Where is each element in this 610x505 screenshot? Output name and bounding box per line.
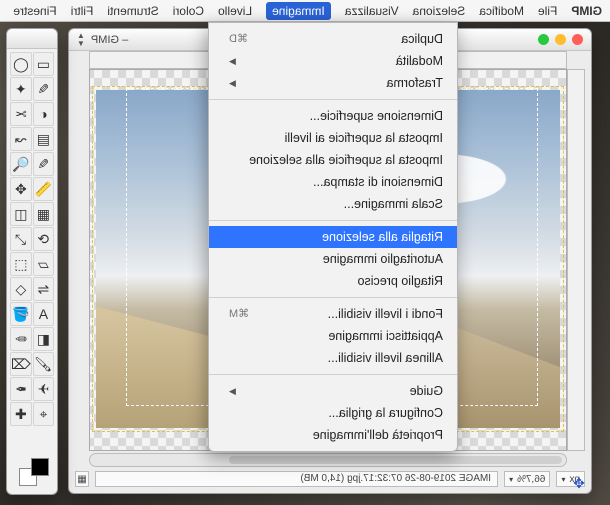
menuitem-label: Appiattisci immagine — [328, 327, 443, 345]
move-tool[interactable]: ✥ — [10, 177, 32, 201]
navigate-icon[interactable]: ✥ — [571, 475, 587, 491]
perspective-tool[interactable]: ⬚ — [10, 252, 32, 276]
menuitem-guide[interactable]: Guide — [209, 380, 457, 402]
shear-tool[interactable]: ▱ — [33, 252, 54, 276]
perspective-toggle[interactable]: ▲▼ — [77, 32, 85, 48]
menuitem-label: Guide — [410, 382, 443, 400]
menuitem-imposta-la-superficie-alla-selezione[interactable]: Imposta la superficie alla selezione — [209, 149, 457, 171]
align-tool[interactable]: ▦ — [33, 202, 54, 226]
menuitem-label: Dimensioni di stampa... — [313, 173, 443, 191]
menuitem-ritaglia-alla-selezione[interactable]: Ritaglia alla selezione — [209, 226, 457, 248]
menu-livello[interactable]: Livello — [218, 4, 252, 18]
cancel-button[interactable]: ▦ — [75, 471, 89, 487]
ellipse-select-tool[interactable]: ◯ — [10, 52, 32, 76]
paintbrush-tool[interactable]: 🖌 — [33, 352, 54, 376]
pencil-tool[interactable]: ✏ — [10, 327, 32, 351]
menuitem-shortcut: ⌘D — [229, 30, 248, 48]
menu-visualizza[interactable]: Visualizza — [345, 4, 399, 18]
foreground-select-tool[interactable]: ▤ — [33, 127, 54, 151]
menuitem-ritaglio-preciso[interactable]: Ritaglio preciso — [209, 270, 457, 292]
menuitem-trasforma[interactable]: Trasforma — [209, 72, 457, 94]
menuitem-label: Dimensione superficie... — [310, 107, 443, 125]
horizontal-scrollbar[interactable] — [89, 453, 567, 467]
status-path: IMAGE 2019-08-26 07:32:17.jpg (14,0 MB) — [95, 471, 498, 487]
menuitem-label: Fondi i livelli visibili... — [328, 305, 443, 323]
menu-immagine[interactable]: Immagine — [266, 2, 331, 20]
menu-seleziona[interactable]: Seleziona — [413, 4, 466, 18]
rotate-tool[interactable]: ⟳ — [33, 227, 54, 251]
airbrush-tool[interactable]: ✈ — [33, 377, 54, 401]
menu-finestre[interactable]: Finestre — [13, 4, 56, 18]
close-button[interactable] — [572, 34, 583, 45]
statusbar: px▾ 66,7%▾ IMAGE 2019-08-26 07:32:17.jpg… — [75, 469, 585, 489]
measure-tool[interactable]: 📏 — [33, 177, 54, 201]
eraser-tool[interactable]: ⌫ — [10, 352, 32, 376]
by-color-select-tool[interactable]: ◐ — [33, 102, 54, 126]
cage-tool[interactable]: ◇ — [10, 277, 32, 301]
zoom-tool[interactable]: 🔍 — [10, 152, 32, 176]
foreground-color-swatch[interactable] — [31, 458, 49, 476]
menuitem-label: Proprietà dell'immagine — [313, 426, 443, 444]
color-picker-tool[interactable]: ✎ — [33, 152, 54, 176]
zoom-selector[interactable]: 66,7%▾ — [504, 471, 550, 487]
heal-tool[interactable]: ✚ — [10, 402, 32, 426]
clone-tool[interactable]: ⌖ — [33, 402, 54, 426]
menuitem-label: Configura la griglia... — [328, 404, 443, 422]
blend-tool[interactable]: ◧ — [33, 327, 54, 351]
toolbox-window: ▭◯✎✦◐✂▤↝✎🔍📏✥▦◫⟳⤢▱⬚⇋◇A🪣◧✏🖌⌫✈✒⌖✚ — [6, 28, 58, 495]
menuitem-fondi-i-livelli-visibili[interactable]: Fondi i livelli visibili... ⌘M — [209, 303, 457, 325]
menuitem-label: Duplica — [401, 30, 443, 48]
fuzzy-select-tool[interactable]: ✦ — [10, 77, 32, 101]
menuitem-label: Imposta la superficie alla selezione — [249, 151, 443, 169]
menuitem-shortcut: ⌘M — [229, 305, 249, 323]
maximize-button[interactable] — [538, 34, 549, 45]
menuitem-label: Modalità — [396, 52, 443, 70]
menuitem-duplica[interactable]: Duplica ⌘D — [209, 28, 457, 50]
menuitem-label: Allinea livelli visibili... — [328, 349, 443, 367]
toolbox-titlebar[interactable] — [7, 29, 57, 49]
menuitem-appiattisci-immagine[interactable]: Appiattisci immagine — [209, 325, 457, 347]
menuitem-autoritaglio-immagine[interactable]: Autoritaglio immagine — [209, 248, 457, 270]
menuitem-label: Imposta la superficie ai livelli — [285, 129, 443, 147]
menuitem-label: Scala immagine... — [344, 195, 443, 213]
ink-tool[interactable]: ✒ — [10, 377, 32, 401]
app-name: GIMP — [571, 4, 602, 18]
crop-tool[interactable]: ◫ — [10, 202, 32, 226]
flip-tool[interactable]: ⇋ — [33, 277, 54, 301]
menuitem-dimensioni-di-stampa[interactable]: Dimensioni di stampa... — [209, 171, 457, 193]
menuitem-label: Trasforma — [387, 74, 444, 92]
bucket-fill-tool[interactable]: 🪣 — [10, 302, 32, 326]
menuitem-label: Ritaglio preciso — [358, 272, 443, 290]
menuitem-modalit[interactable]: Modalità — [209, 50, 457, 72]
window-title-app: – GIMP — [91, 34, 128, 46]
scale-tool[interactable]: ⤢ — [10, 227, 32, 251]
ruler-vertical[interactable] — [567, 69, 585, 451]
rect-select-tool[interactable]: ▭ — [33, 52, 54, 76]
color-swatches[interactable] — [11, 456, 53, 490]
menuitem-configura-la-griglia[interactable]: Configura la griglia... — [209, 402, 457, 424]
free-select-tool[interactable]: ✎ — [33, 77, 54, 101]
menuitem-dimensione-superficie[interactable]: Dimensione superficie... — [209, 105, 457, 127]
minimize-button[interactable] — [555, 34, 566, 45]
paths-tool[interactable]: ↝ — [10, 127, 32, 151]
menuitem-label: Ritaglia alla selezione — [322, 228, 443, 246]
menu-file[interactable]: File — [538, 4, 557, 18]
menuitem-imposta-la-superficie-ai-livelli[interactable]: Imposta la superficie ai livelli — [209, 127, 457, 149]
menuitem-label: Autoritaglio immagine — [323, 250, 443, 268]
menu-filtri[interactable]: Filtri — [71, 4, 94, 18]
menuitem-scala-immagine[interactable]: Scala immagine... — [209, 193, 457, 215]
menu-modifica[interactable]: Modifica — [479, 4, 524, 18]
menuitem-allinea-livelli-visibili[interactable]: Allinea livelli visibili... — [209, 347, 457, 369]
menuitem-propriet-dell-immagine[interactable]: Proprietà dell'immagine — [209, 424, 457, 446]
text-tool[interactable]: A — [33, 302, 54, 326]
system-menubar: GIMP File Modifica Seleziona Visualizza Imma… — [0, 0, 610, 22]
scissors-tool[interactable]: ✂ — [10, 102, 32, 126]
image-menu-dropdown: Duplica ⌘D Modalità Trasforma Dimensione sup… — [208, 22, 458, 452]
menu-colori[interactable]: Colori — [173, 4, 204, 18]
menu-strumenti[interactable]: Strumenti — [107, 4, 158, 18]
